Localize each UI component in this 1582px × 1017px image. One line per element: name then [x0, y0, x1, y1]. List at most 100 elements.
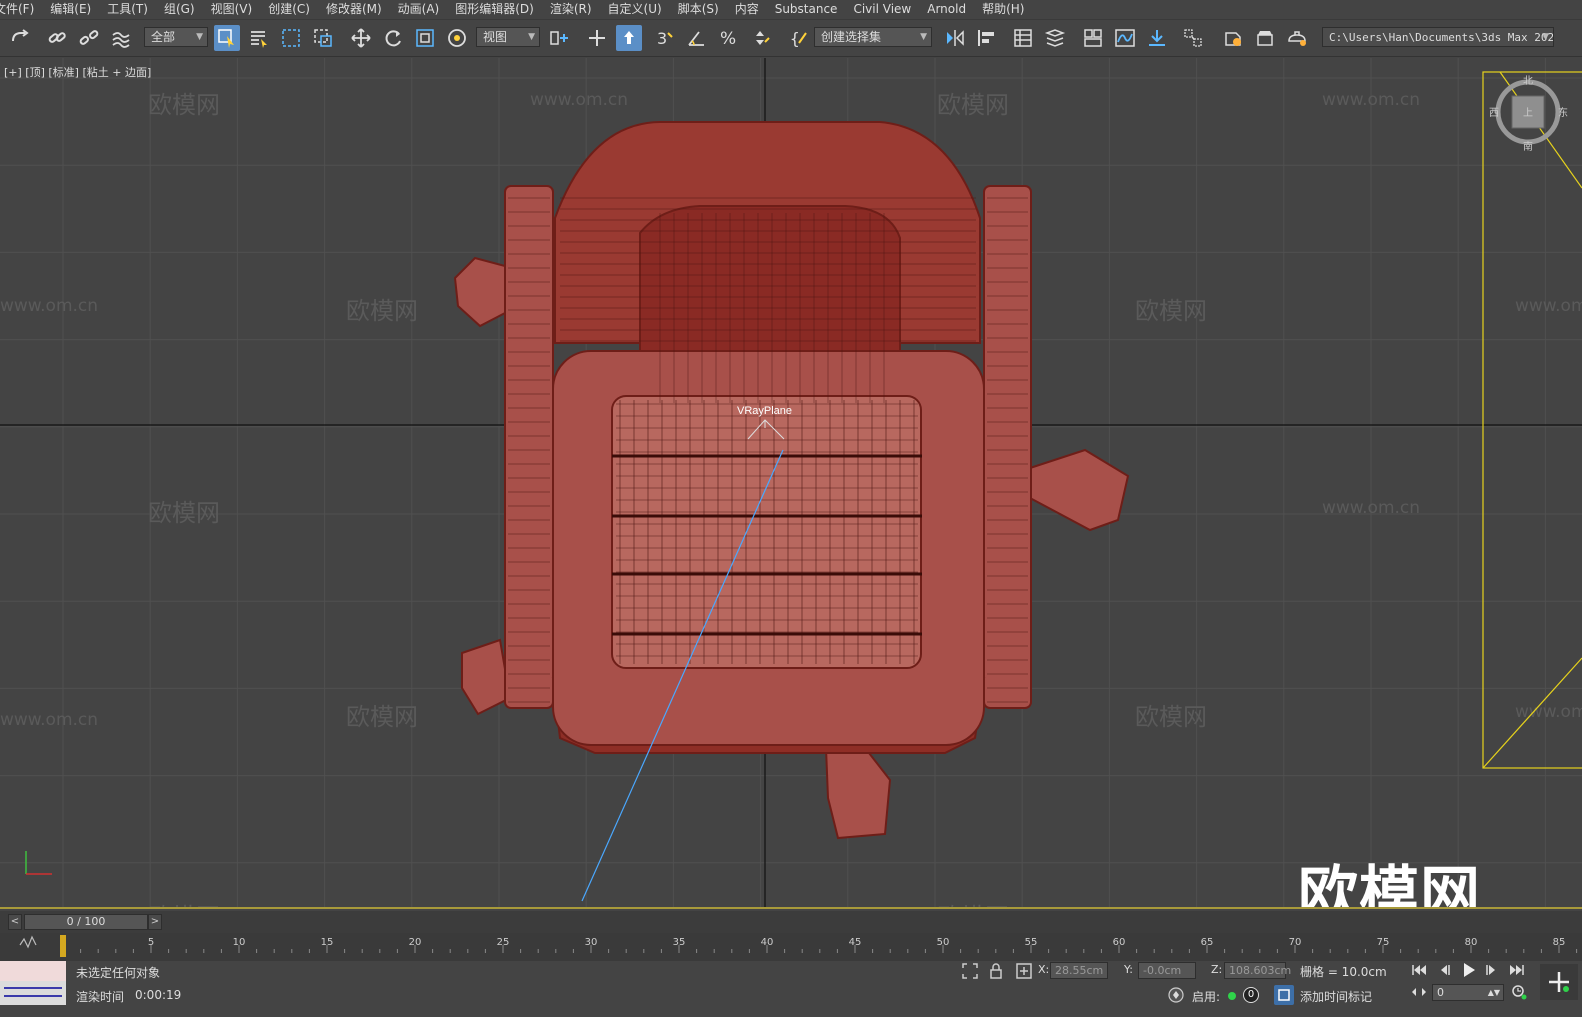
toggle-ribbon-icon[interactable] — [1080, 25, 1106, 51]
material-editor-icon[interactable] — [1180, 25, 1206, 51]
select-manipulate-icon[interactable] — [584, 25, 610, 51]
current-frame-field[interactable]: 0 ▲▼ — [1432, 984, 1504, 1001]
key-mode-toggle-icon[interactable] — [1410, 983, 1428, 1001]
selection-lock-icon[interactable] — [986, 961, 1006, 981]
next-frame-button[interactable]: > — [148, 914, 162, 930]
seat-panel — [611, 395, 922, 669]
add-viewport-tool-icon[interactable] — [1540, 964, 1578, 1000]
viewcube-label: 东 — [1558, 106, 1568, 119]
armchair-model[interactable] — [453, 121, 1130, 840]
leg-bottom — [824, 742, 892, 840]
menu-item-6[interactable]: 修改器(M) — [318, 0, 390, 19]
maxscript-listener-preview[interactable] — [0, 961, 66, 1005]
track-tick-label: 25 — [497, 937, 510, 948]
select-and-link-icon[interactable] — [44, 25, 70, 51]
prev-frame-button[interactable]: < — [8, 914, 22, 930]
leg-top-left — [453, 256, 506, 328]
menu-item-8[interactable]: 图形编辑器(D) — [447, 0, 542, 19]
selection-filter-dropdown[interactable]: 全部 ▼ — [144, 27, 208, 47]
unlink-icon[interactable] — [76, 25, 102, 51]
menu-item-15[interactable]: Arnold — [919, 0, 974, 19]
spinner-snap-icon[interactable] — [748, 25, 774, 51]
y-label: Y: — [1124, 963, 1133, 976]
track-tick-label: 45 — [849, 937, 862, 948]
named-selection-dropdown[interactable]: 创建选择集 ▼ — [814, 27, 932, 47]
menu-item-13[interactable]: Substance — [767, 0, 846, 19]
z-coord-field[interactable]: 108.603cm — [1224, 962, 1291, 979]
next-frame-icon[interactable] — [1482, 961, 1500, 979]
menu-item-0[interactable]: 文件(F) — [0, 0, 42, 19]
rect-selection-region-icon[interactable] — [278, 25, 304, 51]
selection-status-text: 未选定任何对象 — [76, 966, 161, 980]
faint-watermark: 欧模网 — [148, 91, 220, 119]
percent-snap-icon[interactable]: % — [716, 25, 742, 51]
time-configuration-icon[interactable] — [1510, 983, 1528, 1001]
play-icon[interactable] — [1460, 961, 1478, 979]
absolute-mode-icon[interactable] — [1014, 961, 1034, 981]
toggle-scene-explorer-icon[interactable] — [1010, 25, 1036, 51]
select-object-icon[interactable] — [214, 25, 240, 51]
bind-spacewarp-icon[interactable] — [108, 25, 134, 51]
edit-named-selection-icon[interactable]: { — [786, 25, 812, 51]
curve-editor-icon[interactable] — [1112, 25, 1138, 51]
render-production-icon[interactable] — [1284, 25, 1310, 51]
menu-item-14[interactable]: Civil View — [845, 0, 919, 19]
select-by-name-icon[interactable] — [246, 25, 272, 51]
menu-item-1[interactable]: 编辑(E) — [42, 0, 99, 19]
mirror-icon[interactable] — [942, 25, 968, 51]
x-coord-field[interactable]: 28.55cm — [1050, 962, 1108, 979]
faint-watermark: 欧模网 — [346, 703, 418, 731]
isolate-selection-icon[interactable] — [960, 961, 980, 981]
time-slider-bar: < 0 / 100 > — [0, 911, 1582, 933]
main-toolbar: 全部 ▼ 视图 ▼ 3 % { 创建选择集 ▼ C:\Users\Han\Docume… — [0, 19, 1582, 57]
viewport-label[interactable]: [+] [顶] [标准] [粘土 + 边面] — [4, 64, 151, 80]
select-and-move-icon[interactable] — [348, 25, 374, 51]
redo-icon[interactable] — [6, 25, 32, 51]
svg-text:%: % — [720, 29, 736, 49]
snaps-toggle-icon[interactable]: 3 — [652, 25, 678, 51]
select-and-scale-icon[interactable] — [412, 25, 438, 51]
select-and-place-icon[interactable] — [444, 25, 470, 51]
menu-item-5[interactable]: 创建(C) — [260, 0, 318, 19]
project-path-dropdown[interactable]: C:\Users\Han\Documents\3ds Max 2022 ▼ — [1322, 27, 1554, 47]
status-bar: 未选定任何对象 渲染时间 0:00:19 X: 28.55cm Y: -0.0c… — [0, 961, 1582, 1017]
menu-item-10[interactable]: 自定义(U) — [600, 0, 670, 19]
angle-snap-icon[interactable] — [684, 25, 710, 51]
brand-watermark: 欧模网 — [1298, 860, 1481, 909]
track-bar[interactable]: 5 10 15 20 25 30 35 40 45 50 55 60 65 70 75 80 85 — [0, 933, 1582, 961]
reference-coord-dropdown[interactable]: 视图 ▼ — [476, 27, 540, 47]
go-to-start-icon[interactable] — [1410, 961, 1428, 979]
menu-item-11[interactable]: 脚本(S) — [670, 0, 727, 19]
go-to-end-icon[interactable] — [1508, 961, 1526, 979]
window-crossing-icon[interactable] — [310, 25, 336, 51]
menu-item-2[interactable]: 工具(T) — [99, 0, 156, 19]
schematic-view-icon[interactable] — [1144, 25, 1170, 51]
menu-item-9[interactable]: 渲染(R) — [542, 0, 600, 19]
rendered-frame-window-icon[interactable] — [1252, 25, 1278, 51]
add-time-tag-button[interactable]: 添加时间标记 — [1300, 988, 1372, 1005]
align-icon[interactable] — [974, 25, 1000, 51]
faint-watermark: www.om.cn — [0, 710, 98, 730]
menu-item-4[interactable]: 视图(V) — [203, 0, 261, 19]
menu-item-12[interactable]: 内容 — [727, 0, 767, 19]
adaptive-degradation-icon[interactable] — [1166, 985, 1186, 1005]
track-tick-label: 15 — [321, 937, 334, 948]
menu-item-7[interactable]: 动画(A) — [390, 0, 448, 19]
pivot-center-icon[interactable] — [546, 25, 572, 51]
selected-object-box — [1482, 71, 1582, 769]
faint-watermark: www.om.cn — [0, 296, 98, 316]
menu-item-16[interactable]: 帮助(H) — [974, 0, 1032, 19]
toggle-layer-explorer-icon[interactable] — [1042, 25, 1068, 51]
track-tick-label: 50 — [937, 937, 950, 948]
select-and-rotate-icon[interactable] — [380, 25, 406, 51]
faint-watermark: 欧模网 — [148, 903, 220, 909]
time-slider[interactable]: 0 / 100 — [24, 914, 148, 930]
time-tag-icon[interactable] — [1274, 985, 1294, 1005]
keyboard-shortcut-toggle-icon[interactable] — [616, 25, 642, 51]
previous-frame-icon[interactable] — [1436, 961, 1454, 979]
viewcube-label: 南 — [1523, 140, 1533, 153]
y-coord-field[interactable]: -0.0cm — [1138, 962, 1196, 979]
render-setup-icon[interactable] — [1220, 25, 1246, 51]
menu-item-3[interactable]: 组(G) — [156, 0, 203, 19]
viewport-top[interactable]: 欧模网www.om.cn欧模网www.om.cnwww.om.cn欧模网欧模网欧… — [0, 58, 1582, 909]
